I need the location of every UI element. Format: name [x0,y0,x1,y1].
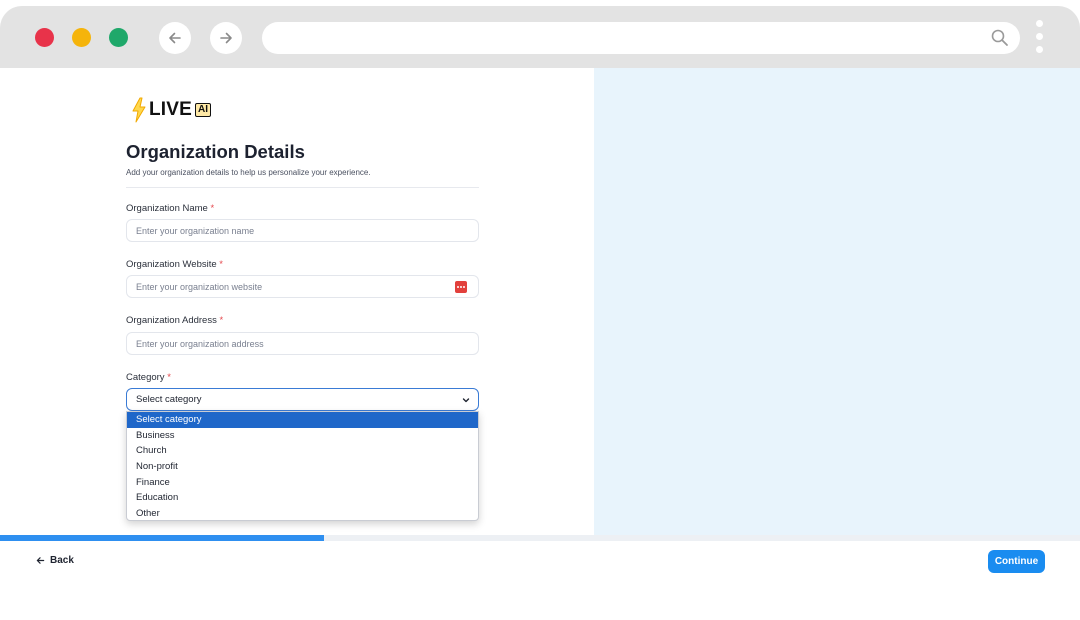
brand-badge: AI [195,103,212,117]
search-icon[interactable] [990,28,1010,48]
org-name-label: Organization Name * [126,203,214,214]
window-minimize-button[interactable] [72,28,91,47]
arrow-right-icon [220,32,232,44]
brand-name: LIVE [149,99,193,120]
back-button[interactable]: Back [36,555,74,566]
category-option[interactable]: Church [127,443,478,459]
arrow-left-icon [169,32,181,44]
required-mark: * [210,203,215,214]
progress-fill [0,535,324,541]
page-title: Organization Details [126,141,305,162]
required-mark: * [219,315,224,326]
category-option[interactable]: Other [127,506,478,522]
more-vertical-icon[interactable] [1035,20,1045,58]
org-address-placeholder: Enter your organization address [136,338,264,349]
divider [126,187,479,188]
category-option[interactable]: Non-profit [127,459,478,475]
continue-button[interactable]: Continue [988,550,1045,573]
org-name-placeholder: Enter your organization name [136,225,255,236]
arrow-left-icon [36,557,45,564]
back-button-label: Back [50,555,74,566]
side-panel [594,68,1080,536]
progress-bar [0,535,1080,541]
chevron-down-icon [462,398,470,403]
org-address-label-text: Organization Address [126,315,217,326]
org-website-placeholder: Enter your organization website [136,281,263,292]
bolt-icon [132,97,146,123]
required-mark: * [167,372,171,383]
address-bar[interactable] [262,22,1020,54]
category-select[interactable]: Select category [126,388,479,411]
category-dropdown: Select category Business Church Non-prof… [126,411,479,521]
org-name-label-text: Organization Name [126,203,208,214]
category-option[interactable]: Select category [127,412,478,428]
required-mark: * [219,259,223,270]
window-close-button[interactable] [35,28,54,47]
category-selected-value: Select category [136,394,202,405]
category-option[interactable]: Finance [127,475,478,491]
password-manager-icon[interactable] [455,281,467,293]
org-website-input[interactable]: Enter your organization website [126,275,479,298]
brand-logo: LIVE AI [131,96,212,124]
page-subtitle: Add your organization details to help us… [126,168,371,177]
window-maximize-button[interactable] [109,28,128,47]
org-address-label: Organization Address * [126,315,223,326]
browser-back-button[interactable] [159,22,191,54]
category-label: Category * [126,372,171,383]
category-option[interactable]: Business [127,428,478,444]
category-option[interactable]: Education [127,490,478,506]
category-label-text: Category [126,372,165,383]
org-website-label: Organization Website * [126,259,223,270]
org-name-input[interactable]: Enter your organization name [126,219,479,242]
org-website-label-text: Organization Website [126,259,217,270]
org-address-input[interactable]: Enter your organization address [126,332,479,355]
browser-forward-button[interactable] [210,22,242,54]
browser-toolbar [0,6,1080,68]
